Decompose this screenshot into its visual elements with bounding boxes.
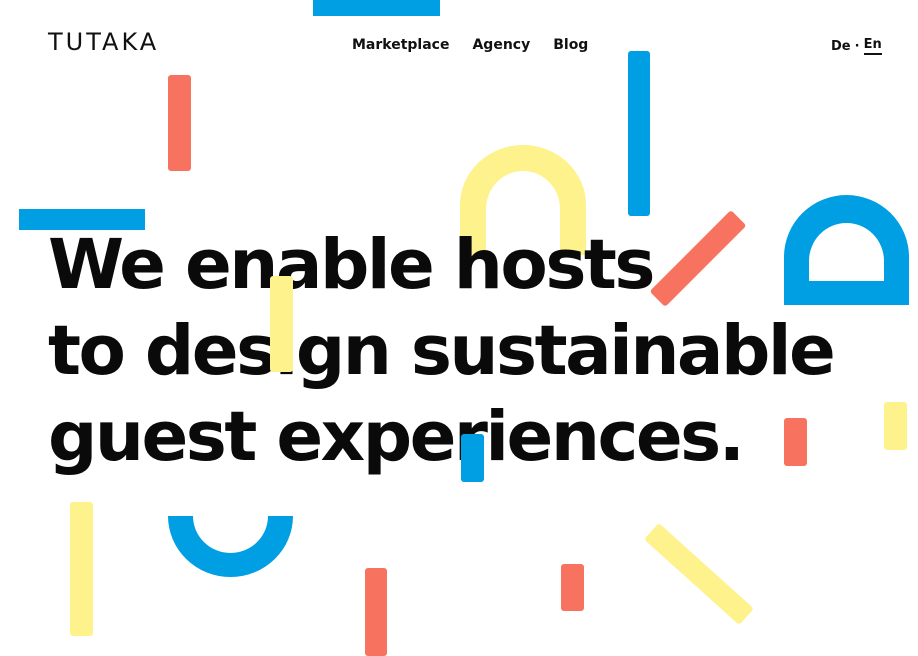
language-switcher: De · En: [831, 37, 882, 55]
coral-bar-vertical-left: [168, 75, 191, 171]
yellow-bar-bottom-left: [70, 502, 93, 636]
language-de-link[interactable]: De: [831, 39, 851, 54]
coral-bar-bottom-small: [561, 564, 584, 611]
nav-marketplace-link[interactable]: Marketplace: [352, 37, 449, 53]
nav-agency-link[interactable]: Agency: [472, 37, 530, 53]
tutaka-logo[interactable]: TUTAKA: [48, 28, 159, 56]
coral-bar-bottom-center: [365, 568, 387, 656]
blue-bar-over-text: [461, 434, 484, 482]
yellow-bar-over-text: [270, 276, 293, 372]
blue-bar-top: [313, 0, 440, 16]
blue-bar-vertical-right: [628, 51, 650, 216]
language-separator: ·: [854, 38, 860, 54]
nav-blog-link[interactable]: Blog: [553, 37, 588, 53]
hero-line-1: We enable hosts: [48, 225, 655, 305]
main-nav: Marketplace Agency Blog: [352, 37, 588, 53]
hero-line-3: guest experiences.: [48, 397, 745, 477]
language-en-link[interactable]: En: [863, 37, 882, 55]
yellow-bar-right-edge: [884, 402, 907, 450]
hero-line-2: to design sustainable: [48, 311, 836, 391]
blue-u-shape: [168, 516, 293, 577]
hero-headline: We enable hosts to design sustainable gu…: [48, 222, 836, 480]
yellow-bar-diagonal-bottom: [644, 523, 754, 625]
